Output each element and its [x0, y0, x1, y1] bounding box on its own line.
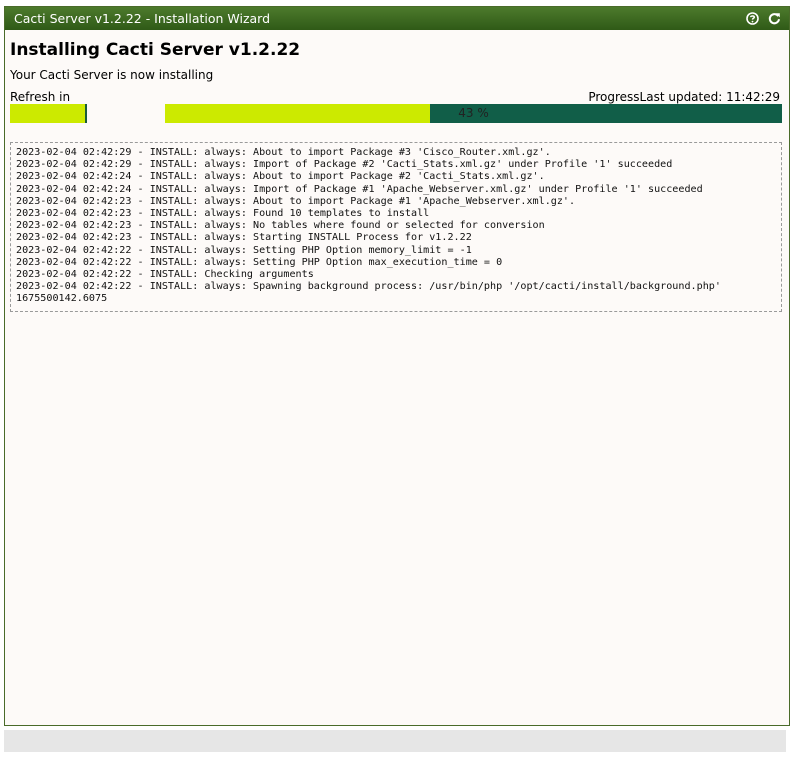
log-line: 2023-02-04 02:42:23 - INSTALL: always: N… [16, 220, 545, 232]
log-line: 2023-02-04 02:42:23 - INSTALL: always: A… [16, 195, 576, 207]
refresh-label: Refresh in [10, 90, 71, 104]
window-titlebar: Cacti Server v1.2.22 - Installation Wiza… [5, 7, 789, 30]
log-line: 2023-02-04 02:42:23 - INSTALL: always: F… [16, 208, 430, 220]
page-title: Installing Cacti Server v1.2.22 [10, 40, 301, 60]
install-progress-text: 43 % [458, 106, 489, 120]
footer-bar [4, 730, 786, 752]
log-line: 2023-02-04 02:42:22 - INSTALL: always: S… [16, 244, 472, 256]
install-log: 2023-02-04 02:42:29 - INSTALL: always: A… [10, 142, 782, 312]
log-line: 2023-02-04 02:42:23 - INSTALL: always: S… [16, 232, 472, 244]
titlebar-icons [745, 7, 781, 30]
wizard-content: Installing Cacti Server v1.2.22 Your Cac… [5, 30, 789, 312]
log-line: 2023-02-04 02:42:22 - INSTALL: Checking … [16, 269, 314, 281]
log-line: 2023-02-04 02:42:22 - INSTALL: always: S… [16, 281, 721, 293]
install-progress-bar: 43 % [165, 104, 782, 123]
progress-status: ProgressLast updated: 11:42:29 [588, 90, 780, 104]
progress-labels: Refresh in ProgressLast updated: 11:42:2… [10, 90, 784, 104]
last-updated-label: Last updated: 11:42:29 [639, 90, 780, 104]
help-icon[interactable] [745, 12, 759, 26]
window-title: Cacti Server v1.2.22 - Installation Wiza… [14, 11, 271, 26]
log-line: 1675500142.6075 [16, 293, 108, 305]
install-status-text: Your Cacti Server is now installing [10, 68, 214, 82]
log-line: 2023-02-04 02:42:24 - INSTALL: always: A… [16, 171, 545, 183]
refresh-countdown-bar [10, 104, 87, 123]
refresh-icon[interactable] [767, 12, 781, 26]
log-line: 2023-02-04 02:42:22 - INSTALL: always: S… [16, 256, 503, 268]
log-line: 2023-02-04 02:42:29 - INSTALL: always: A… [16, 147, 551, 158]
installation-wizard-window: Cacti Server v1.2.22 - Installation Wiza… [4, 6, 790, 726]
progress-label: Progress [588, 90, 640, 104]
progress-bars: 43 % [10, 104, 784, 124]
refresh-countdown-marker [85, 104, 87, 123]
log-line: 2023-02-04 02:42:24 - INSTALL: always: I… [16, 183, 703, 195]
log-line: 2023-02-04 02:42:29 - INSTALL: always: I… [16, 159, 673, 171]
